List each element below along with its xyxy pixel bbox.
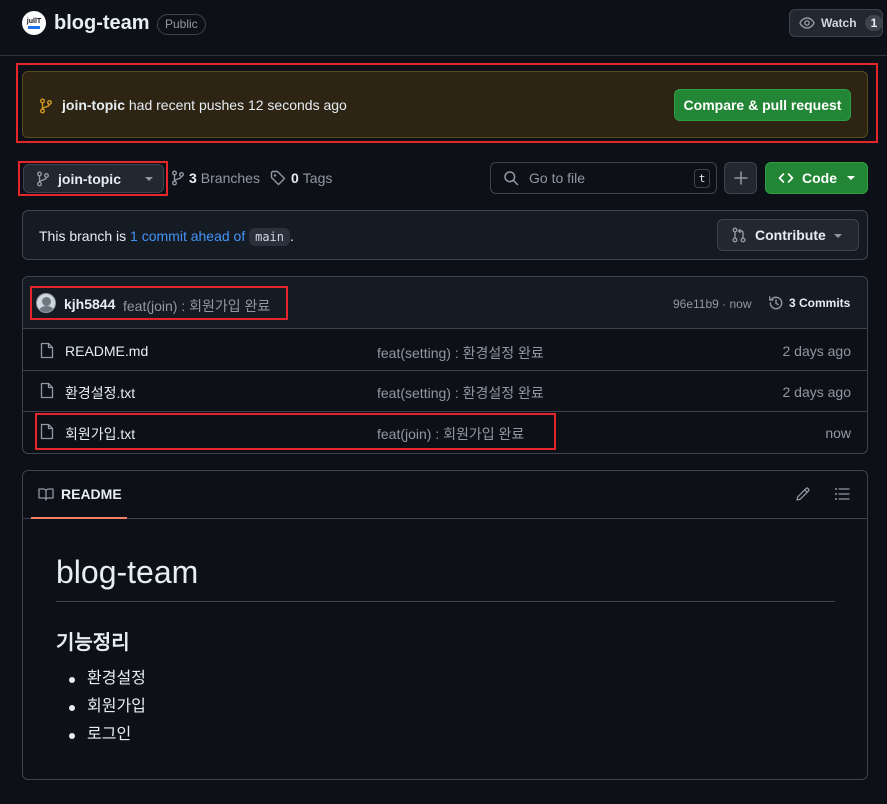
file-icon <box>40 382 54 399</box>
branch-ahead-text: This branch is 1 commit ahead of main. <box>39 228 294 246</box>
ahead-suffix: . <box>290 228 294 244</box>
pushed-branch-name[interactable]: join-topic <box>62 97 125 113</box>
code-icon <box>778 170 794 186</box>
file-commit-message[interactable]: feat(setting) : 환경설정 완료 <box>377 343 544 363</box>
keyboard-shortcut-hint: t <box>694 169 710 188</box>
highlight-outline-branch-selector <box>18 161 168 196</box>
code-button[interactable]: Code <box>765 162 868 194</box>
branches-link[interactable]: 3 Branches <box>171 170 260 186</box>
branches-label: Branches <box>200 170 260 186</box>
contribute-button[interactable]: Contribute <box>717 219 859 251</box>
file-name-link[interactable]: 환경설정.txt <box>65 383 135 403</box>
file-name-link[interactable]: README.md <box>65 343 148 359</box>
go-to-file-placeholder: Go to file <box>529 170 586 186</box>
watch-label: Watch <box>821 16 857 30</box>
list-unordered-icon[interactable] <box>834 486 850 502</box>
contribute-label: Contribute <box>755 227 826 243</box>
visibility-badge: Public <box>157 14 206 35</box>
avatar-logo-text: jullT <box>26 17 42 25</box>
add-file-button[interactable] <box>724 162 757 194</box>
list-item: 회원가입 <box>56 696 146 724</box>
commits-ahead-link[interactable]: 1 commit ahead of <box>130 228 245 244</box>
git-branch-icon <box>39 98 53 114</box>
highlight-outline-file-row <box>35 413 556 450</box>
repo-name-link[interactable]: blog-team <box>54 12 150 35</box>
recent-push-text: join-topic had recent pushes 12 seconds … <box>62 97 347 113</box>
search-icon <box>503 170 519 186</box>
go-to-file-input[interactable]: Go to file <box>490 162 717 194</box>
latest-commit-sha-time[interactable]: 96e11b9 · now <box>673 297 752 311</box>
chevron-down-icon <box>834 234 842 238</box>
ahead-prefix: This branch is <box>39 228 127 244</box>
highlight-outline-latest-commit <box>30 286 288 320</box>
branches-count: 3 <box>189 170 197 186</box>
file-commit-date: 2 days ago <box>782 343 852 359</box>
readme-section-heading: 기능정리 <box>56 632 130 654</box>
watch-button[interactable]: Watch 1 <box>789 9 884 37</box>
eye-icon <box>799 15 815 31</box>
readme-feature-list: 환경설정 회원가입 로그인 <box>56 668 146 752</box>
plus-icon <box>733 171 748 185</box>
tags-link[interactable]: 0 Tags <box>270 170 332 186</box>
book-icon <box>38 486 54 502</box>
tab-readme[interactable]: README <box>31 471 127 519</box>
file-icon <box>40 342 54 359</box>
code-button-label: Code <box>802 170 837 186</box>
commits-count-label: 3 Commits <box>789 296 851 310</box>
file-commit-message[interactable]: feat(setting) : 환경설정 완료 <box>377 383 544 403</box>
pencil-icon[interactable] <box>795 486 811 502</box>
repo-owner-avatar[interactable]: jullT <box>22 11 46 35</box>
chevron-down-icon <box>847 176 855 180</box>
list-item: 환경설정 <box>56 668 146 696</box>
tag-icon <box>270 170 286 186</box>
commits-history-link[interactable]: 3 Commits <box>768 295 850 311</box>
tags-label: Tags <box>302 170 333 186</box>
git-pull-request-icon <box>731 227 747 243</box>
file-commit-date: 2 days ago <box>782 384 852 400</box>
avatar-logo-bar <box>28 25 40 29</box>
compare-pull-request-button[interactable]: Compare & pull request <box>674 89 851 121</box>
list-item: 로그인 <box>56 724 146 752</box>
readme-title: blog-team <box>56 554 199 590</box>
history-icon <box>768 295 784 311</box>
recent-push-message: had recent pushes 12 seconds ago <box>128 97 347 113</box>
file-commit-date: now <box>825 425 851 441</box>
readme-tab-bar <box>23 471 867 519</box>
base-branch-name: main <box>249 228 291 246</box>
git-branch-icon <box>171 170 185 186</box>
readme-divider <box>56 601 835 602</box>
watch-count: 1 <box>864 15 884 31</box>
readme-tab-label: README <box>61 486 122 502</box>
tags-count: 0 <box>291 170 299 186</box>
